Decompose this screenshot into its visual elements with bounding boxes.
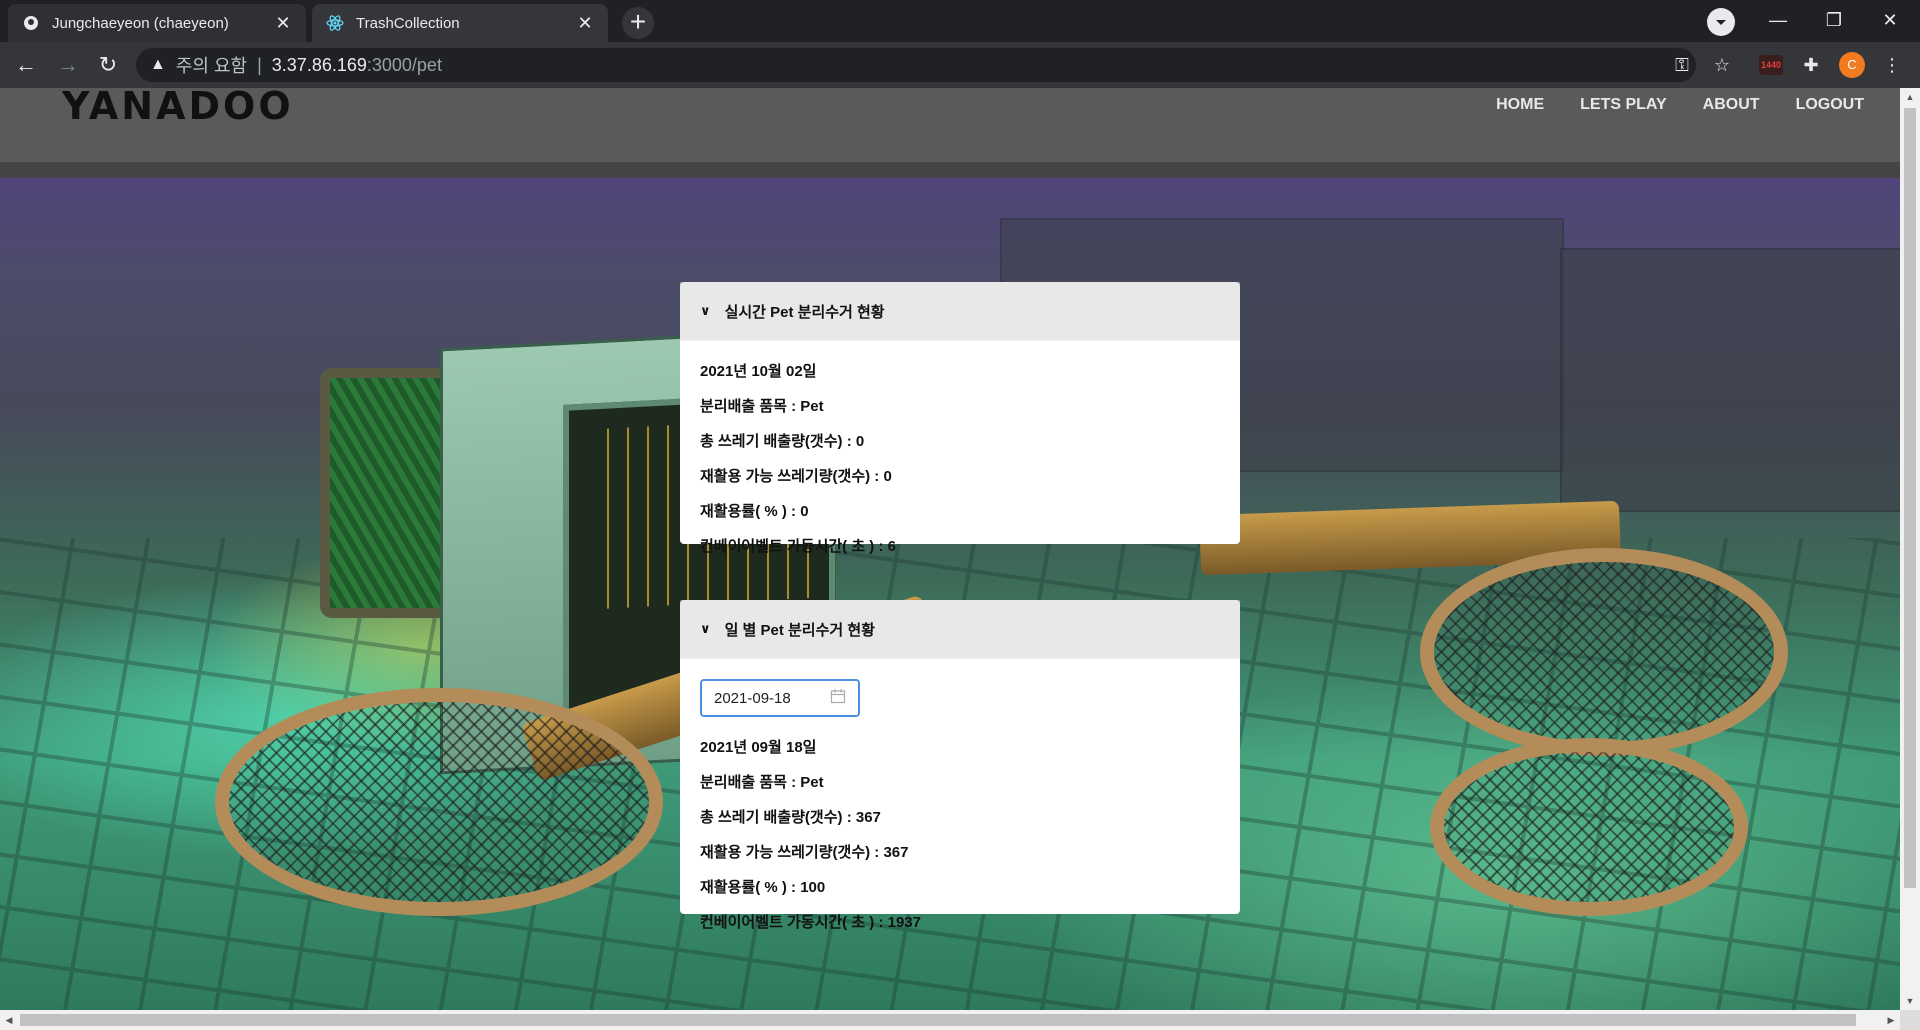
- nav-home[interactable]: HOME: [1496, 96, 1544, 114]
- realtime-panel-body: 2021년 10월 02일 분리배출 품목 : Pet 총 쓰레기 배출량(갯수…: [680, 341, 1240, 581]
- daily-rate: 재활용률( % ) : 100: [700, 879, 826, 896]
- daily-recyclable: 재활용 가능 쓰레기량(갯수) : 367: [700, 844, 909, 861]
- tab-title: Jungchaeyeon (chaeyeon): [52, 14, 229, 32]
- site-header: YANADOO HOME LETS PLAY ABOUT LOGOUT: [0, 88, 1900, 162]
- warning-icon[interactable]: ▲: [150, 56, 166, 74]
- daily-item: 분리배출 품목 : Pet: [700, 774, 824, 791]
- star-icon[interactable]: ☆: [1708, 51, 1736, 79]
- page-viewport: YANADOO HOME LETS PLAY ABOUT LOGOUT ∨ 실시…: [0, 88, 1900, 1010]
- realtime-rate: 재활용률( % ) : 0: [700, 503, 809, 520]
- realtime-date: 2021년 10월 02일: [700, 363, 817, 380]
- horizontal-scroll-thumb[interactable]: [20, 1014, 1856, 1026]
- tab-trashcollection[interactable]: TrashCollection ✕: [312, 4, 608, 42]
- forward-icon[interactable]: →: [54, 51, 82, 79]
- close-window-button[interactable]: ✕: [1862, 0, 1918, 40]
- horizontal-scrollbar[interactable]: ◀ ▶: [0, 1010, 1900, 1030]
- scroll-up-icon[interactable]: ▲: [1900, 88, 1920, 106]
- security-label: 주의 요함: [175, 56, 248, 76]
- trash-basket: [215, 688, 663, 916]
- header-divider: [0, 162, 1900, 178]
- daily-total: 총 쓰레기 배출량(갯수) : 367: [700, 809, 881, 826]
- address-bar[interactable]: ▲ 주의 요함 | 3.37.86.169 :3000/pet: [136, 48, 1696, 82]
- site-logo[interactable]: YANADOO: [62, 88, 294, 128]
- scrollbar-corner: [1900, 1010, 1920, 1030]
- realtime-item: 분리배출 품목 : Pet: [700, 398, 824, 415]
- puzzle-icon[interactable]: ✚: [1797, 51, 1825, 79]
- chevron-down-icon: ∨: [700, 621, 711, 636]
- scroll-left-icon[interactable]: ◀: [0, 1010, 18, 1030]
- calendar-icon[interactable]: [830, 688, 846, 708]
- wall-panel: [1560, 248, 1900, 512]
- vertical-scrollbar[interactable]: ▲ ▼: [1900, 88, 1920, 1010]
- menu-icon[interactable]: ⋮: [1878, 51, 1906, 79]
- realtime-runtime: 컨베이어벨트 가동시간( 초 ) : 6: [700, 538, 896, 555]
- tab-search-button[interactable]: [1707, 8, 1735, 36]
- nav-about[interactable]: ABOUT: [1703, 96, 1760, 114]
- minimize-button[interactable]: —: [1750, 0, 1806, 40]
- github-icon: [22, 14, 40, 32]
- browser-toolbar: ← → ↻ ▲ 주의 요함 | 3.37.86.169 :3000/pet ⚿ …: [0, 42, 1920, 88]
- tab-title: TrashCollection: [356, 14, 460, 32]
- site-nav: HOME LETS PLAY ABOUT LOGOUT: [1496, 96, 1900, 114]
- extension-badge[interactable]: 1440: [1759, 55, 1783, 75]
- vertical-scroll-thumb[interactable]: [1904, 108, 1916, 888]
- key-icon[interactable]: ⚿: [1668, 51, 1696, 79]
- date-picker-value: 2021-09-18: [714, 689, 791, 707]
- close-icon[interactable]: ✕: [576, 14, 594, 32]
- separator: |: [257, 54, 262, 75]
- nav-lets-play[interactable]: LETS PLAY: [1580, 96, 1667, 114]
- reload-icon[interactable]: ↻: [94, 51, 122, 79]
- realtime-total: 총 쓰레기 배출량(갯수) : 0: [700, 433, 865, 450]
- realtime-panel-title: 실시간 Pet 분리수거 현황: [724, 303, 885, 321]
- url-host: 3.37.86.169: [271, 54, 367, 75]
- daily-runtime: 컨베이어벨트 가동시간( 초 ) : 1937: [700, 914, 921, 931]
- react-icon: [326, 14, 344, 32]
- tab-github[interactable]: Jungchaeyeon (chaeyeon) ✕: [8, 4, 306, 42]
- realtime-panel: ∨ 실시간 Pet 분리수거 현황 2021년 10월 02일 분리배출 품목 …: [680, 282, 1240, 555]
- scroll-down-icon[interactable]: ▼: [1900, 992, 1920, 1010]
- daily-panel: ∨ 일 별 Pet 분리수거 현황 2021-09-18 2021년 09월 1…: [680, 600, 1240, 931]
- date-picker[interactable]: 2021-09-18: [700, 679, 860, 717]
- daily-panel-header[interactable]: ∨ 일 별 Pet 분리수거 현황: [680, 600, 1240, 659]
- close-icon[interactable]: ✕: [274, 14, 292, 32]
- avatar[interactable]: C: [1839, 52, 1865, 78]
- daily-panel-title: 일 별 Pet 분리수거 현황: [724, 621, 875, 639]
- trash-basket: [1430, 738, 1748, 916]
- chevron-down-icon: ∨: [700, 303, 711, 318]
- chevron-down-icon: [1716, 20, 1726, 25]
- realtime-recyclable: 재활용 가능 쓰레기량(갯수) : 0: [700, 468, 892, 485]
- url-path: :3000/pet: [366, 54, 442, 75]
- realtime-panel-header[interactable]: ∨ 실시간 Pet 분리수거 현황: [680, 282, 1240, 341]
- scroll-right-icon[interactable]: ▶: [1882, 1010, 1900, 1030]
- daily-date: 2021년 09월 18일: [700, 739, 817, 756]
- back-icon[interactable]: ←: [12, 51, 40, 79]
- browser-tab-bar: Jungchaeyeon (chaeyeon) ✕ TrashCollectio…: [0, 0, 1920, 42]
- nav-logout[interactable]: LOGOUT: [1796, 96, 1864, 114]
- new-tab-button[interactable]: +: [622, 7, 654, 39]
- trash-basket: [1420, 548, 1788, 756]
- daily-panel-body: 2021-09-18 2021년 09월 18일 분리배출 품목 : Pet 총…: [680, 659, 1240, 957]
- restore-button[interactable]: ❐: [1806, 0, 1862, 40]
